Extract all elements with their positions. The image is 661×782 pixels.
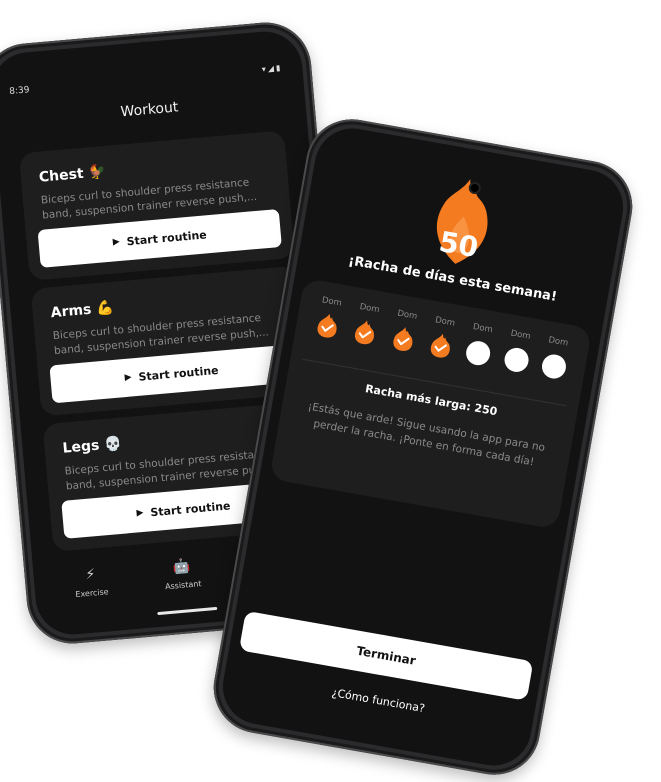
day-item: Dom xyxy=(308,294,349,343)
home-indicator[interactable] xyxy=(157,606,218,616)
routine-title: Chest 🐓 xyxy=(38,164,106,186)
week-streak-card: Dom Dom Dom Dom Dom Dom Dom Racha más la… xyxy=(269,277,593,530)
play-icon: ▶ xyxy=(124,372,132,384)
routine-name: Chest xyxy=(38,165,85,186)
empty-day-circle-icon xyxy=(463,339,493,369)
routine-name: Legs xyxy=(61,437,101,457)
day-item: Dom xyxy=(459,321,500,370)
flame-check-icon xyxy=(388,324,418,354)
day-item: Dom xyxy=(497,327,538,376)
flame-check-icon xyxy=(426,331,456,361)
flexed-biceps-emoji-icon: 💪 xyxy=(95,299,115,318)
flame-check-icon xyxy=(350,317,380,347)
start-routine-label: Start routine xyxy=(149,498,231,519)
empty-day-circle-icon xyxy=(539,352,569,382)
routine-title: Legs 💀 xyxy=(62,436,122,457)
status-bar: 8:39 ▾◢▮ xyxy=(9,63,283,97)
day-item: Dom xyxy=(535,334,576,383)
play-icon: ▶ xyxy=(112,236,121,248)
play-icon: ▶ xyxy=(136,507,144,519)
skull-emoji-icon: 💀 xyxy=(103,435,123,454)
status-time: 8:39 xyxy=(8,85,30,97)
bolt-icon: ⚡ xyxy=(84,566,97,584)
empty-day-circle-icon xyxy=(501,345,531,376)
routine-name: Arms xyxy=(50,301,93,322)
week-days: Dom Dom Dom Dom Dom Dom Dom xyxy=(308,294,576,383)
day-item: Dom xyxy=(346,301,387,350)
nav-assistant-label: Assistant xyxy=(164,579,202,592)
routine-card-chest[interactable]: Chest 🐓 Biceps curl to shoulder press re… xyxy=(18,130,295,281)
day-item: Dom xyxy=(422,314,463,363)
status-icons: ▾◢▮ xyxy=(261,63,283,74)
rooster-emoji-icon: 🐓 xyxy=(87,163,107,182)
nav-exercise[interactable]: ⚡ Exercise xyxy=(73,565,109,599)
start-routine-label: Start routine xyxy=(137,363,220,384)
day-item: Dom xyxy=(384,307,425,356)
nav-assistant[interactable]: 🤖 Assistant xyxy=(163,557,202,591)
robot-icon: 🤖 xyxy=(172,558,192,576)
start-routine-label: Start routine xyxy=(126,227,208,248)
routine-title: Arms 💪 xyxy=(50,300,114,321)
flame-check-icon xyxy=(313,311,343,341)
nav-exercise-label: Exercise xyxy=(75,587,110,600)
page-title: Workout xyxy=(119,99,180,121)
